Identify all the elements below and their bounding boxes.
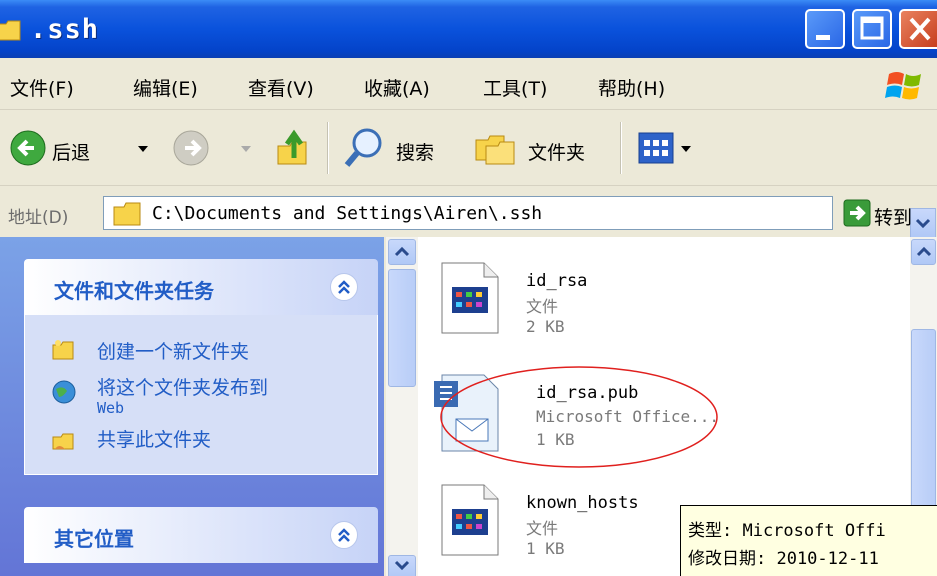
panel-header[interactable]: 文件和文件夹任务 [24,259,378,315]
go-button-label[interactable]: 转到 [874,203,912,230]
address-dropdown-button[interactable] [910,208,936,238]
toolbar-separator [620,122,622,174]
forward-arrow-icon [173,130,209,166]
menu-help[interactable]: 帮助(H) [598,74,665,101]
file-name[interactable]: known_hosts [526,493,639,513]
file-tasks-panel: 文件和文件夹任务 创建一个新文件夹 将这个文件夹发布到 Web 共享此文件夹 [24,259,378,475]
forward-dropdown-icon [241,146,251,152]
address-label: 地址(D) [8,208,69,228]
annotation-ellipse [440,366,718,468]
collapse-button[interactable] [330,521,358,549]
views-icon[interactable] [638,132,674,164]
scroll-up-button[interactable] [388,239,416,265]
go-arrow-icon[interactable] [843,199,871,227]
toolbar: 后退 搜索 文件夹 [0,110,937,186]
windows-logo-icon [885,72,921,100]
scroll-thumb[interactable] [388,269,416,387]
minimize-icon [816,35,830,40]
chevron-down-icon [394,560,410,571]
back-arrow-icon[interactable] [10,130,46,166]
up-folder-icon[interactable] [272,128,312,168]
tooltip-type: 类型: Microsoft Offi [688,521,886,541]
window-title: .ssh [30,14,100,45]
publish-globe-icon [52,380,76,404]
task-publish-folder[interactable]: 将这个文件夹发布到 [97,373,268,400]
menu-edit[interactable]: 编辑(E) [133,74,198,101]
menu-favorites[interactable]: 收藏(A) [364,74,430,101]
file-tasks-title: 文件和文件夹任务 [54,279,214,303]
generic-file-icon[interactable] [438,483,502,557]
panel-body: 创建一个新文件夹 将这个文件夹发布到 Web 共享此文件夹 [24,315,378,475]
folder-icon [0,20,21,41]
file-size: 2 KB [526,317,565,336]
scroll-down-button[interactable] [388,555,416,576]
toolbar-separator [327,122,329,174]
chevron-up-icon [394,246,410,257]
address-input[interactable]: C:\Documents and Settings\Airen\.ssh [103,196,936,238]
task-publish-web[interactable]: Web [97,399,124,417]
file-name[interactable]: id_rsa [526,271,587,291]
folders-button-label[interactable]: 文件夹 [528,138,585,165]
file-type: 文件 [526,519,559,538]
scroll-up-button[interactable] [911,239,936,265]
task-share-folder[interactable]: 共享此文件夹 [97,425,211,452]
chevron-down-icon [915,218,931,229]
back-button-label[interactable]: 后退 [52,138,90,165]
share-folder-icon [52,433,74,450]
menu-view[interactable]: 查看(V) [248,74,314,101]
task-new-folder[interactable]: 创建一个新文件夹 [97,337,249,364]
file-tooltip: 类型: Microsoft Offi 修改日期: 2010-12-11 [680,505,937,576]
new-folder-icon [52,340,74,360]
chevron-up-icon [916,246,932,257]
menu-file[interactable]: 文件(F) [10,74,74,101]
maximize-button[interactable] [852,9,892,49]
file-type: 文件 [526,297,559,316]
title-bar[interactable]: .ssh [0,0,937,58]
address-bar: 地址(D) C:\Documents and Settings\Airen\.s… [0,187,937,238]
tooltip-modified: 修改日期: 2010-12-11 [688,549,879,569]
back-dropdown-icon[interactable] [137,144,149,154]
explorer-window: .ssh 文件(F) 编辑(E) 查看(V) 收藏(A) 工具(T) 帮助(H)… [0,0,937,576]
file-size: 1 KB [526,539,565,558]
close-icon [909,17,931,41]
search-icon[interactable] [343,126,387,170]
panel-header[interactable]: 其它位置 [24,507,378,563]
search-button-label[interactable]: 搜索 [396,138,434,165]
maximize-icon [860,16,884,40]
menu-tools[interactable]: 工具(T) [483,74,547,101]
task-pane-scrollbar[interactable] [386,237,418,576]
task-pane: 文件和文件夹任务 创建一个新文件夹 将这个文件夹发布到 Web 共享此文件夹 其… [0,237,384,576]
folders-icon[interactable] [474,130,516,166]
chevron-up-icon [338,528,350,542]
folder-icon [113,202,141,226]
address-path: C:\Documents and Settings\Airen\.ssh [152,203,543,224]
views-dropdown-icon[interactable] [680,144,692,154]
other-places-title: 其它位置 [54,527,134,551]
minimize-button[interactable] [805,9,845,49]
menu-bar: 文件(F) 编辑(E) 查看(V) 收藏(A) 工具(T) 帮助(H) [0,58,937,110]
close-button[interactable] [899,9,937,49]
generic-file-icon[interactable] [438,261,502,335]
collapse-button[interactable] [330,273,358,301]
other-places-panel: 其它位置 [24,507,378,563]
chevron-up-icon [338,280,350,294]
